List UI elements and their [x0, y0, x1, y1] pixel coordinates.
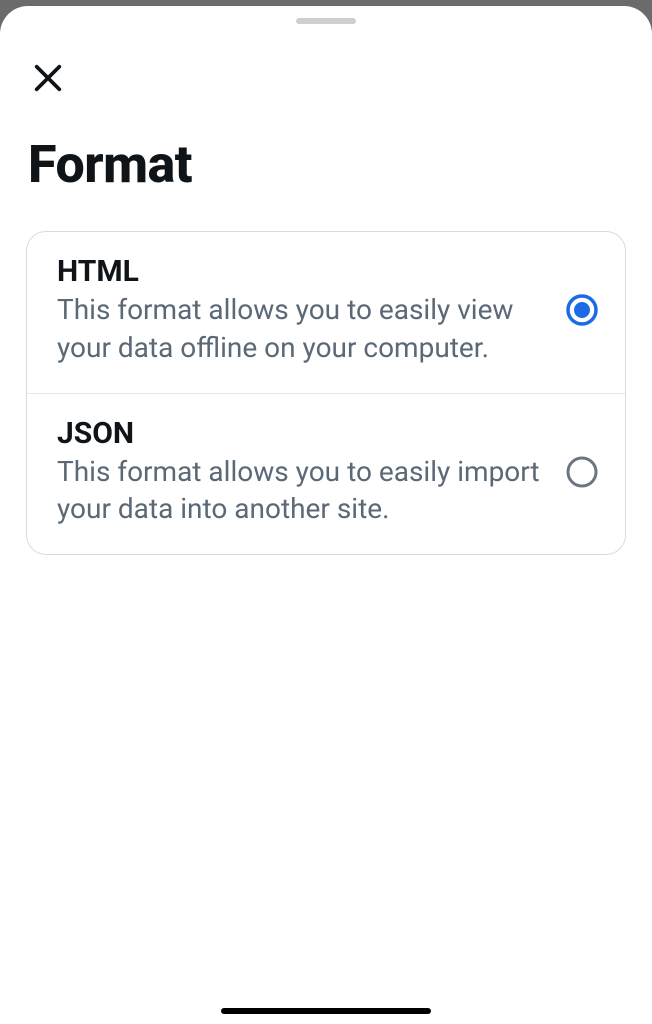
option-title: JSON [57, 416, 547, 451]
sheet-grabber[interactable] [296, 18, 356, 24]
option-title: HTML [57, 254, 547, 289]
close-button[interactable] [28, 58, 68, 98]
page-title: Format [28, 134, 652, 195]
option-text: JSON This format allows you to easily im… [57, 416, 565, 529]
radio-button-html[interactable] [565, 293, 599, 327]
option-description: This format allows you to easily view yo… [57, 291, 547, 367]
option-description: This format allows you to easily import … [57, 453, 547, 529]
format-option-json[interactable]: JSON This format allows you to easily im… [27, 393, 625, 555]
radio-unselected-icon [565, 455, 599, 489]
format-options-group: HTML This format allows you to easily vi… [26, 231, 626, 555]
close-icon [31, 61, 65, 95]
home-indicator[interactable] [221, 1008, 431, 1014]
radio-button-json[interactable] [565, 455, 599, 489]
radio-selected-icon [565, 293, 599, 327]
option-text: HTML This format allows you to easily vi… [57, 254, 565, 367]
format-sheet: Format HTML This format allows you to ea… [0, 6, 652, 1024]
format-option-html[interactable]: HTML This format allows you to easily vi… [27, 232, 625, 393]
